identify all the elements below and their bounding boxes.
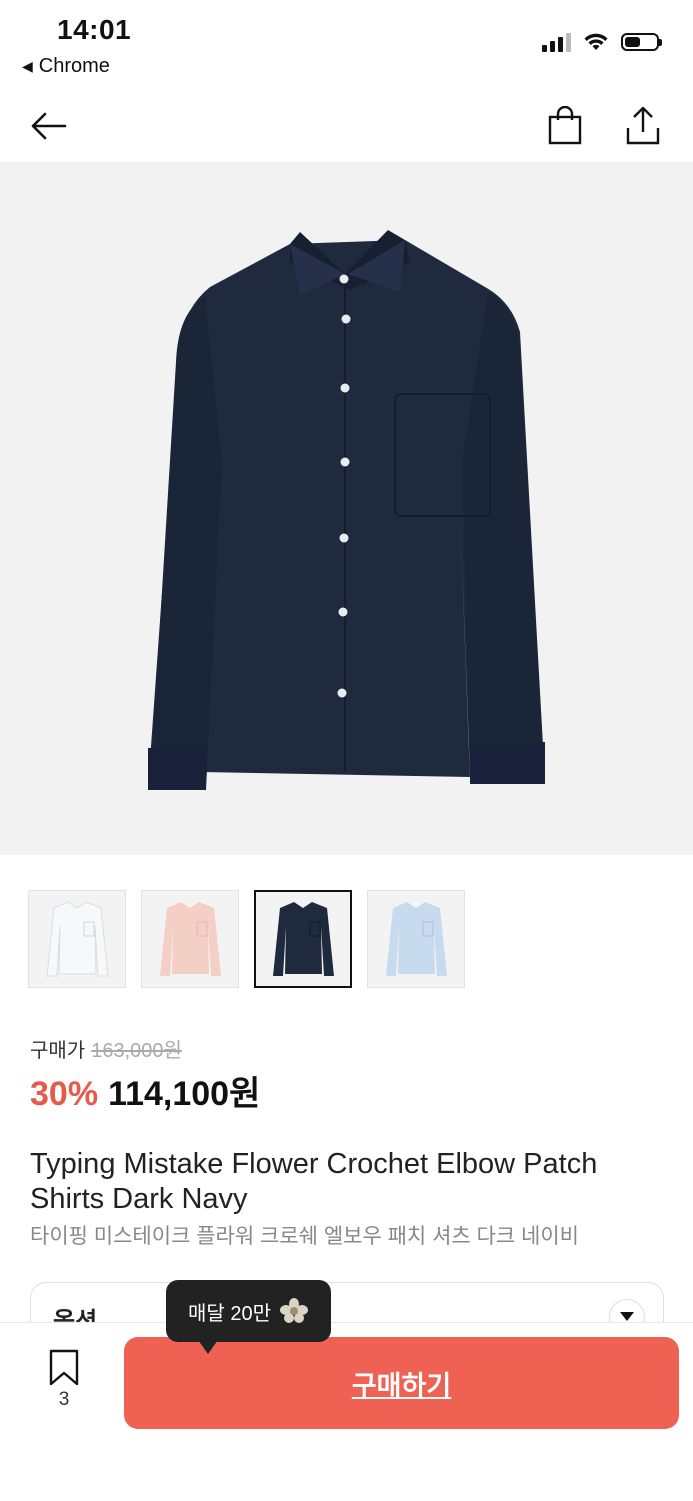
bookmark-count: 3	[58, 1389, 70, 1410]
cart-button[interactable]	[537, 98, 593, 154]
product-image[interactable]	[0, 162, 693, 855]
bottom-action-bar: 3 구매하기	[0, 1322, 693, 1501]
thumbnail-shirt-image	[46, 901, 109, 977]
back-to-app-link[interactable]: ◀ Chrome	[22, 55, 110, 78]
nav-bar	[0, 90, 693, 162]
share-button[interactable]	[615, 98, 671, 154]
tooltip-text: 매달 20만	[188, 1302, 272, 1325]
status-bar: 14:01 ◀ Chrome	[0, 0, 693, 90]
flower-coin-icon	[280, 1298, 309, 1323]
thumbnail-shirt-image	[160, 902, 221, 976]
thumbnail-shirt-image	[273, 902, 334, 976]
thumbnail-white[interactable]	[28, 890, 126, 988]
share-icon	[626, 106, 660, 145]
shirt-image	[148, 230, 545, 790]
back-triangle-icon: ◀	[22, 58, 33, 74]
thumbnail-navy[interactable]	[254, 890, 352, 988]
price-row: 30% 114,100원	[30, 1066, 260, 1115]
status-icons	[542, 32, 662, 52]
thumbnail-shirt-image	[386, 902, 447, 976]
shopping-bag-icon	[548, 106, 582, 145]
back-button[interactable]	[20, 98, 76, 154]
product-title-korean: 타이핑 미스테이크 플라워 크로쉐 엘보우 패치 셔츠 다크 네이비	[30, 1225, 579, 1248]
thumbnail-pink[interactable]	[141, 890, 239, 988]
cellular-signal-icon	[542, 32, 571, 52]
bookmark-icon	[49, 1349, 79, 1386]
back-app-label: Chrome	[38, 55, 110, 77]
thumbnail-strip	[28, 890, 465, 988]
thumbnail-light-blue[interactable]	[367, 890, 465, 988]
bookmark-button[interactable]: 3	[40, 1349, 88, 1411]
product-title: Typing Mistake Flower Crochet Elbow Patc…	[30, 1148, 598, 1215]
battery-level	[625, 37, 640, 47]
price-label: 구매가	[30, 1040, 86, 1062]
sale-price: 114,100원	[108, 1075, 261, 1113]
battery-icon	[621, 33, 662, 51]
status-time: 14:01	[57, 14, 132, 45]
back-arrow-icon	[31, 112, 67, 140]
discount-rate: 30%	[30, 1075, 99, 1113]
price-label-row: 구매가 163,000원	[30, 1034, 182, 1063]
wifi-icon	[584, 33, 608, 50]
installment-tooltip: 매달 20만	[166, 1280, 332, 1354]
original-price: 163,000원	[91, 1040, 182, 1062]
